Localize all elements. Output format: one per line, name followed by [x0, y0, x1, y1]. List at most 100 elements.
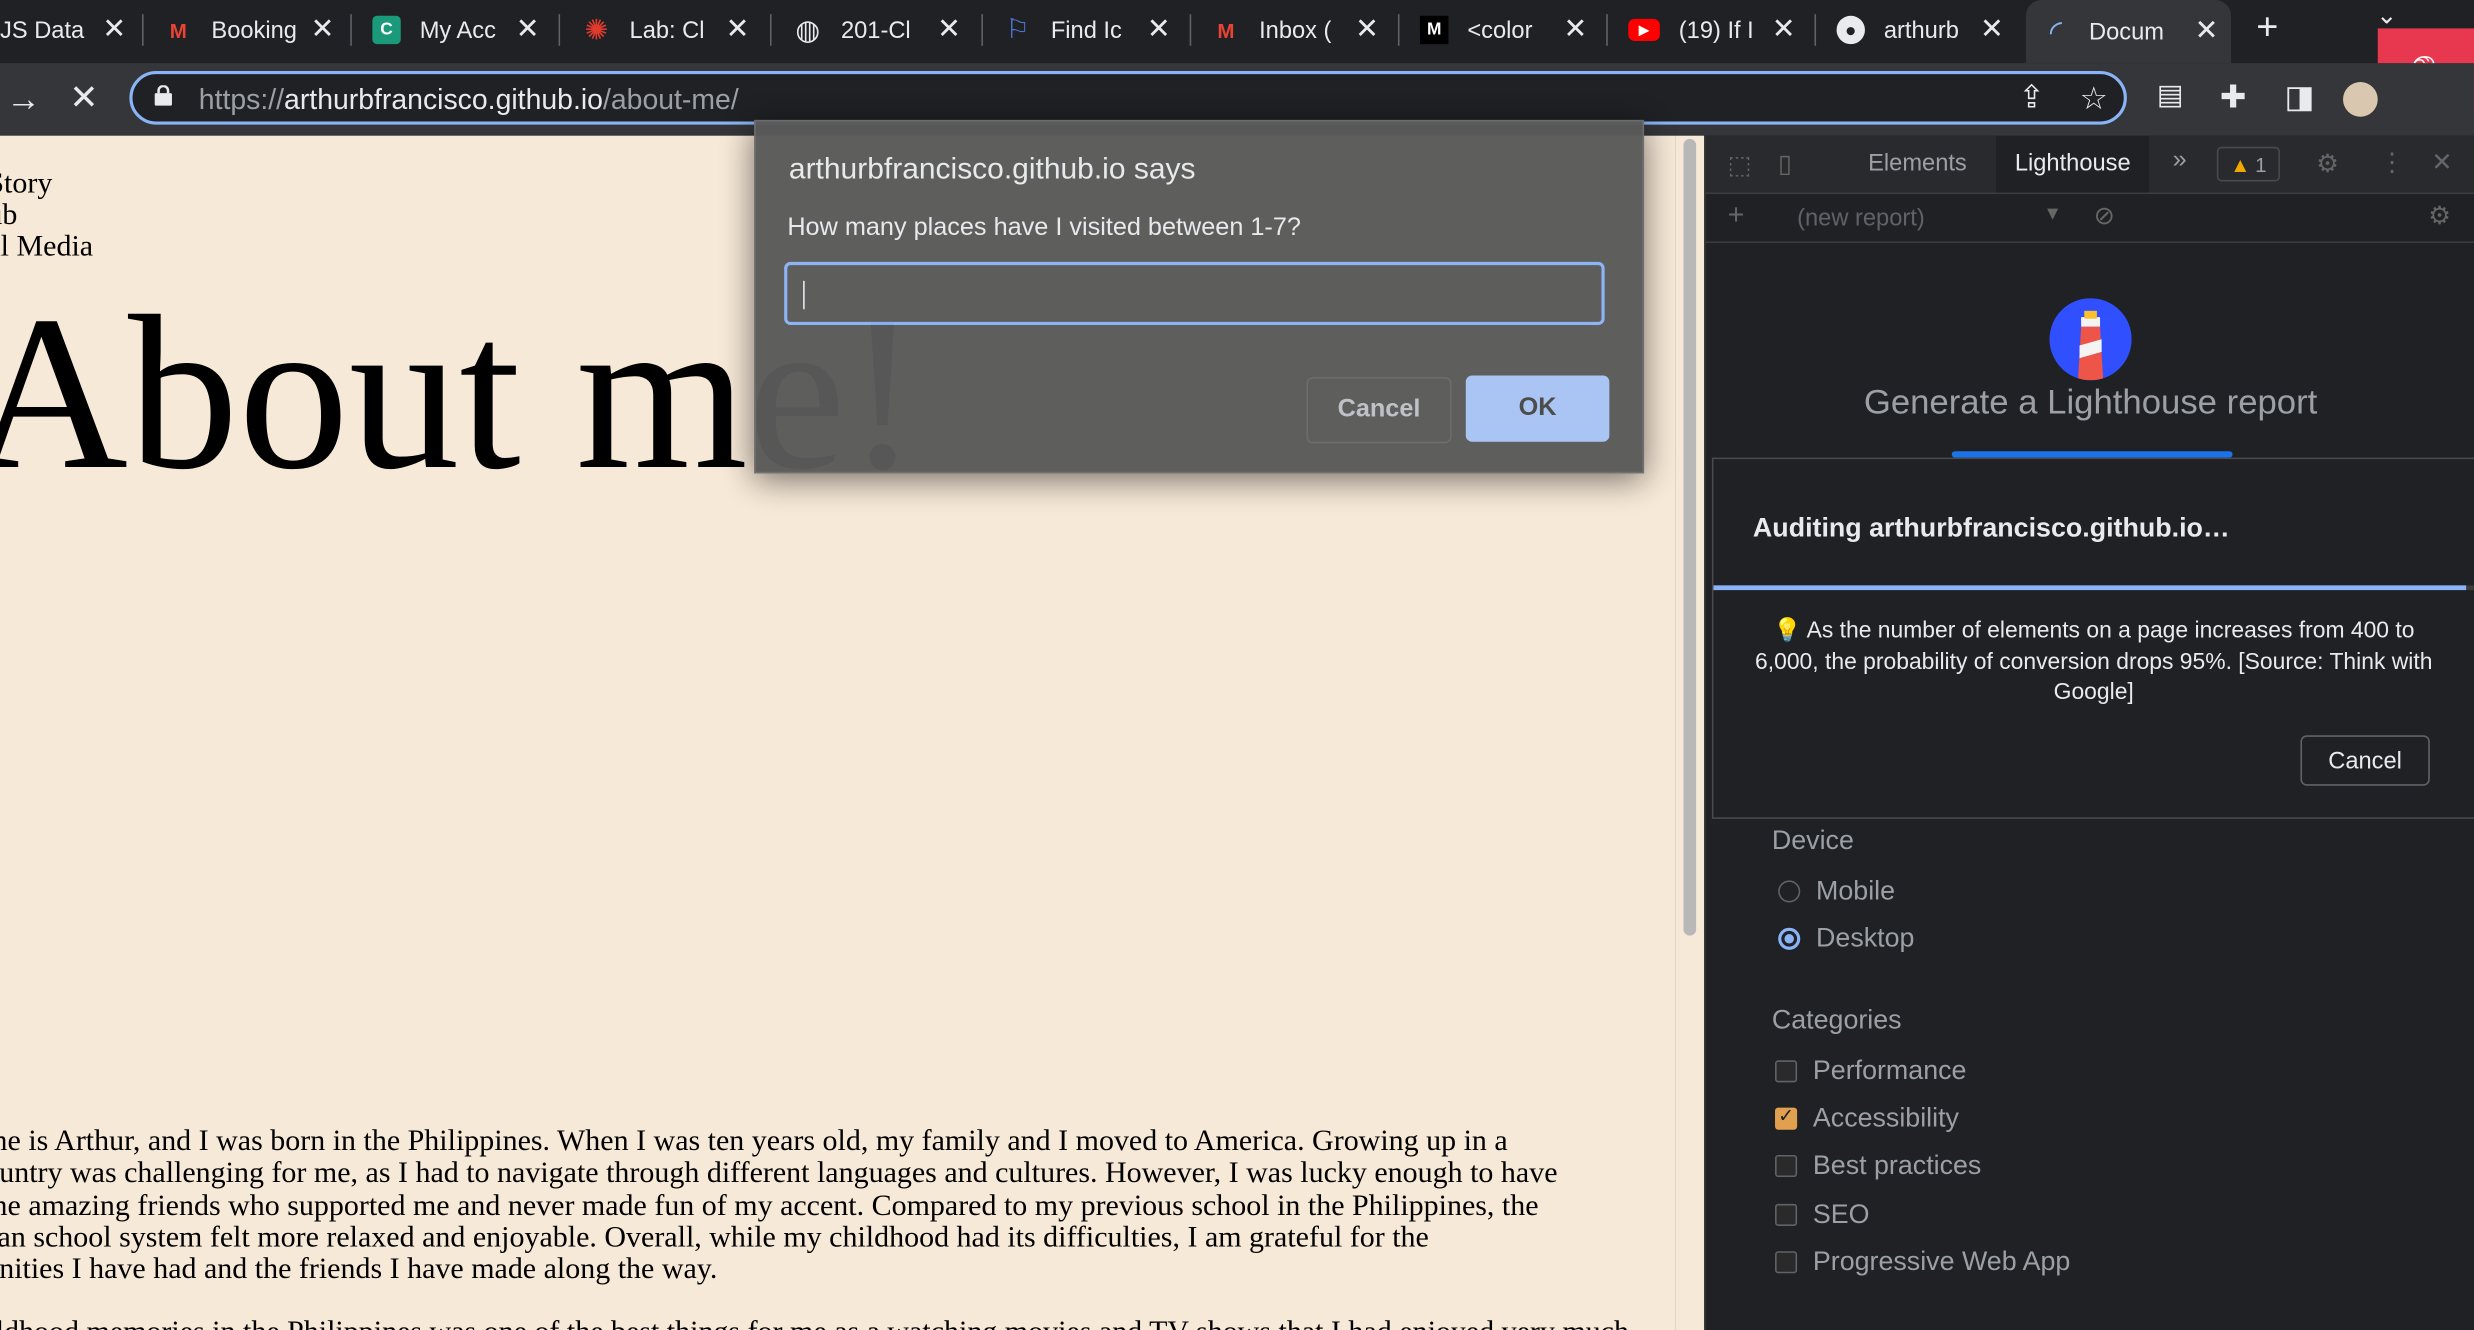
option-label: Performance	[1812, 1055, 1967, 1086]
close-icon[interactable]: ✕	[1772, 13, 1796, 46]
avatar[interactable]	[2343, 82, 2378, 117]
dialog-ok-button[interactable]: OK	[1465, 375, 1610, 442]
settings-icon[interactable]: ⚙	[2428, 200, 2451, 232]
close-icon[interactable]: ✕	[937, 13, 961, 46]
page-scrollbar[interactable]	[1675, 135, 1705, 1330]
paragraph-line: me amazing friends who supported me and …	[0, 1189, 1539, 1223]
add-icon[interactable]: +	[1728, 199, 1745, 232]
tab-elements[interactable]: Elements	[1868, 150, 1967, 177]
audit-progress-bar	[1713, 585, 2474, 591]
tab-lab[interactable]: ✺ Lab: Cl ✕	[582, 5, 762, 55]
close-icon[interactable]: ✕	[726, 13, 750, 46]
tab-divider	[981, 14, 983, 46]
tab-lighthouse[interactable]: Lighthouse	[1995, 135, 2150, 193]
warning-badge[interactable]: ▲ 1	[2216, 146, 2280, 182]
canvas-icon: ✺	[584, 13, 609, 45]
radio-mobile[interactable]	[1778, 880, 1801, 903]
option-label: Desktop	[1816, 923, 1915, 953]
clear-icon[interactable]: ⊘	[2094, 200, 2115, 232]
audit-title: Auditing arthurbfrancisco.github.io…	[1752, 512, 2230, 543]
option-label: Best practices	[1812, 1150, 1982, 1181]
side-panel-icon[interactable]: ◨	[2285, 77, 2315, 116]
tab-my-account[interactable]: C My Acc ✕	[372, 5, 552, 55]
nav-link-story[interactable]: Story	[0, 168, 93, 201]
globe-icon: ◍	[795, 13, 821, 45]
tab-document-active[interactable]: ◜ Docum ✕	[2025, 0, 2232, 64]
close-icon[interactable]: ✕	[1563, 13, 1587, 46]
tab-color[interactable]: M <color ✕	[1420, 5, 1600, 55]
tab-js-data[interactable]: JS Data ✕	[0, 5, 139, 55]
nav-links: Story ub al Media	[0, 168, 93, 264]
category-seo[interactable]: SEO	[1775, 1199, 1870, 1231]
tab-label: 201-Cl	[840, 16, 911, 44]
address-bar[interactable]: https://arthurbfrancisco.github.io/about…	[129, 71, 2127, 125]
option-label: SEO	[1812, 1199, 1870, 1230]
chevron-down-icon[interactable]: ▼	[2043, 202, 2062, 224]
nav-link-social-media[interactable]: al Media	[0, 231, 93, 264]
tab-divider	[558, 14, 561, 46]
dialog-title: arthurbfrancisco.github.io says	[788, 153, 1196, 187]
close-icon[interactable]: ✕	[1355, 13, 1379, 46]
checkbox-best-practices[interactable]	[1775, 1154, 1798, 1178]
close-icon[interactable]: ✕	[2431, 147, 2452, 179]
checkbox-seo[interactable]	[1775, 1203, 1798, 1226]
checkbox-pwa[interactable]	[1775, 1251, 1798, 1274]
tab-label: My Acc	[419, 16, 496, 44]
stop-icon[interactable]: ✕	[69, 77, 98, 118]
new-tab-button[interactable]: +	[2256, 6, 2278, 50]
close-icon[interactable]: ✕	[1147, 13, 1171, 46]
close-icon[interactable]: ✕	[102, 13, 126, 46]
option-label: Accessibility	[1812, 1102, 1959, 1133]
close-icon[interactable]: ✕	[311, 13, 335, 46]
close-icon[interactable]: ✕	[516, 13, 540, 46]
more-tabs-icon[interactable]: »	[2173, 147, 2187, 175]
gmail-icon: M	[1217, 18, 1235, 42]
close-icon[interactable]: ✕	[2195, 14, 2219, 47]
devtools-tab-bar: ⬚ ▯ Elements Lighthouse » ▲ 1 ⚙ ⋮ ✕	[1705, 135, 2474, 195]
checkbox-performance[interactable]	[1775, 1060, 1798, 1083]
tab-booking[interactable]: M Booking ✕	[164, 5, 347, 55]
tab-divider	[142, 14, 144, 46]
checkbox-accessibility[interactable]	[1775, 1104, 1798, 1130]
youtube-icon: ▶	[1628, 18, 1660, 42]
tab-github[interactable]: ● arthurb ✕	[1836, 5, 2017, 55]
category-pwa[interactable]: Progressive Web App	[1775, 1246, 2070, 1278]
device-toolbar-icon[interactable]: ▯	[1778, 148, 1792, 180]
dialog-cancel-button[interactable]: Cancel	[1306, 377, 1452, 444]
dialog-input[interactable]	[784, 261, 1605, 326]
nav-link-github[interactable]: ub	[0, 200, 93, 232]
category-best-practices[interactable]: Best practices	[1775, 1150, 1981, 1182]
tab-201[interactable]: ◍ 201-Cl ✕	[794, 5, 974, 55]
inspect-icon[interactable]: ⬚	[1728, 150, 1752, 182]
extensions-icon[interactable]: ✚	[2220, 77, 2246, 116]
category-accessibility[interactable]: Accessibility	[1775, 1103, 1959, 1135]
gmail-icon: M	[169, 18, 187, 42]
lock-icon	[154, 85, 172, 106]
share-icon[interactable]: ⇪	[2018, 77, 2044, 116]
audit-tip-text: As the number of elements on a page incr…	[1755, 618, 2433, 706]
star-icon[interactable]: ☆	[2080, 79, 2108, 118]
device-option-mobile[interactable]: Mobile	[1778, 876, 1895, 908]
device-option-desktop[interactable]: Desktop	[1778, 923, 1914, 955]
tab-youtube[interactable]: ▶ (19) If I ✕	[1628, 5, 1808, 55]
dialog-message: How many places have I visited between 1…	[787, 214, 1301, 242]
settings-icon[interactable]: ⚙	[2316, 148, 2339, 180]
cast-icon[interactable]: ▤	[2157, 79, 2184, 112]
close-icon[interactable]: ✕	[1980, 13, 2004, 46]
radio-desktop[interactable]	[1778, 927, 1801, 950]
audit-cancel-button[interactable]: Cancel	[2300, 735, 2430, 786]
kebab-menu-icon[interactable]: ⋮	[2379, 147, 2404, 179]
option-label: Mobile	[1816, 875, 1896, 906]
tab-strip: JS Data ✕ M Booking ✕ C My Acc ✕ ✺ Lab: …	[0, 0, 2474, 124]
scrollbar-thumb[interactable]	[1683, 138, 1697, 936]
category-performance[interactable]: Performance	[1775, 1056, 1966, 1088]
tab-inbox[interactable]: M Inbox ( ✕	[1212, 5, 1392, 55]
tab-find-icons[interactable]: ⚐ Find Ic ✕	[1003, 5, 1183, 55]
tab-search-icon[interactable]: ⌄	[2376, 0, 2397, 32]
tab-label: Inbox (	[1259, 16, 1332, 44]
paragraph-line: me is Arthur, and I was born in the Phil…	[0, 1124, 1508, 1159]
report-select[interactable]: (new report)	[1797, 205, 1925, 232]
paragraph-line: ountry was challenging for me, as I had …	[0, 1156, 1558, 1191]
forward-icon[interactable]: →	[6, 79, 41, 120]
tab-label: arthurb	[1883, 16, 1959, 44]
